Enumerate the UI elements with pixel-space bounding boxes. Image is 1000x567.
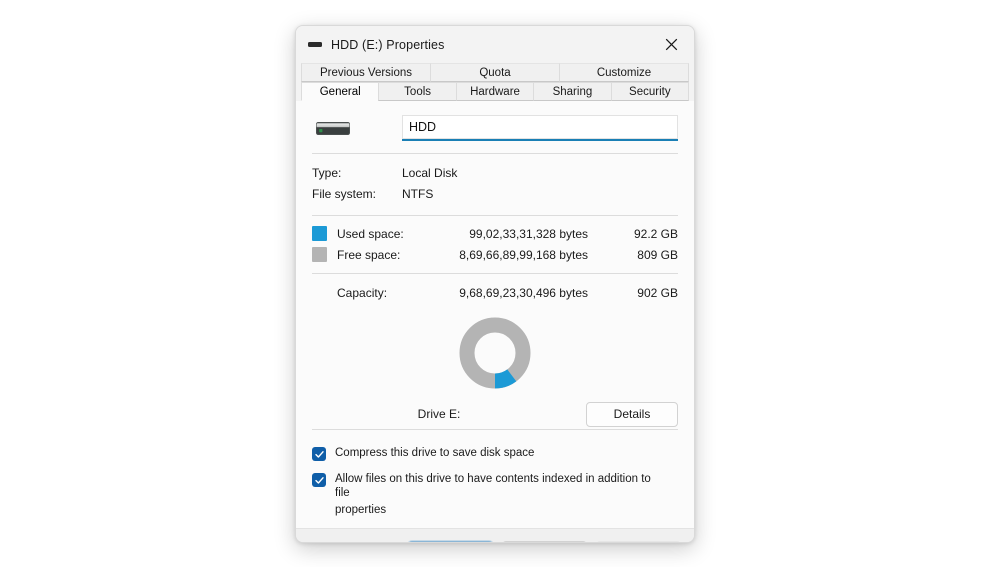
details-button[interactable]: Details [586, 401, 678, 427]
free-space-row: Free space: 8,69,66,89,99,168 bytes 809 … [312, 244, 678, 265]
compress-drive-row[interactable]: Compress this drive to save disk space [312, 446, 678, 461]
tab-label: Security [629, 85, 671, 98]
tab-row-bottom: General Tools Hardware Sharing Security [301, 82, 690, 101]
tab-customize[interactable]: Customize [559, 63, 689, 82]
compress-drive-checkbox[interactable] [312, 447, 326, 461]
used-space-bytes: 99,02,33,31,328 bytes [469, 226, 588, 241]
tab-previous-versions[interactable]: Previous Versions [301, 63, 431, 82]
apply-button: Apply [596, 541, 681, 542]
tab-sharing[interactable]: Sharing [533, 82, 612, 101]
divider [312, 215, 678, 216]
type-row: Type: Local Disk [312, 162, 678, 183]
options-area: Compress this drive to save disk space A… [312, 430, 678, 517]
tab-label: Tools [404, 85, 432, 98]
tab-label: Previous Versions [319, 66, 413, 79]
chart-footer: Drive E: Details [312, 399, 678, 429]
used-space-label: Used space: [337, 226, 404, 241]
index-contents-label-line2: properties [335, 504, 387, 516]
free-space-bytes: 8,69,66,89,99,168 bytes [459, 247, 588, 262]
ok-button[interactable]: OK [408, 541, 493, 542]
volume-label-row [312, 101, 678, 141]
free-space-swatch [312, 247, 327, 262]
capacity-size: 902 GB [637, 285, 678, 300]
index-contents-checkbox[interactable] [312, 473, 326, 487]
window-title: HDD (E:) Properties [331, 37, 445, 52]
drive-letter-label: Drive E: [417, 407, 461, 421]
capacity-row: Capacity: 9,68,69,23,30,496 bytes 902 GB [312, 282, 678, 303]
external-hard-drive-icon [312, 119, 354, 138]
tab-tools[interactable]: Tools [378, 82, 457, 101]
tab-label: Hardware [470, 85, 520, 98]
tab-label: Sharing [552, 85, 593, 98]
cancel-button[interactable]: Cancel [502, 541, 587, 542]
file-system-label: File system: [312, 186, 377, 201]
properties-dialog: HDD (E:) Properties Previous Versions Qu… [295, 25, 695, 543]
disk-usage-donut-chart [312, 307, 678, 399]
dialog-footer: OK Cancel Apply [296, 528, 694, 542]
used-space-size: 92.2 GB [633, 226, 678, 241]
close-icon[interactable] [649, 26, 694, 63]
index-contents-label: Allow files on this drive to have conten… [335, 472, 660, 517]
tab-general[interactable]: General [301, 82, 380, 101]
tab-label: Quota [479, 66, 511, 79]
free-space-size: 809 GB [637, 247, 678, 262]
index-contents-row[interactable]: Allow files on this drive to have conten… [312, 472, 678, 517]
free-space-label: Free space: [337, 247, 401, 262]
type-value: Local Disk [402, 165, 458, 180]
general-tab-panel: Type: Local Disk File system: NTFS Used … [296, 101, 694, 528]
tab-security[interactable]: Security [610, 82, 690, 101]
index-contents-label-line1: Allow files on this drive to have conten… [335, 473, 651, 499]
tab-quota[interactable]: Quota [430, 63, 560, 82]
volume-label-input[interactable] [402, 115, 678, 141]
file-system-row: File system: NTFS [312, 183, 678, 204]
type-label: Type: [312, 165, 342, 180]
file-system-value: NTFS [402, 186, 434, 201]
title-bar: HDD (E:) Properties [296, 26, 694, 63]
capacity-bytes: 9,68,69,23,30,496 bytes [459, 285, 588, 300]
divider [312, 273, 678, 274]
compress-drive-label: Compress this drive to save disk space [335, 447, 535, 459]
divider [312, 153, 678, 154]
tab-label: General [319, 85, 361, 98]
tab-row-top: Previous Versions Quota Customize [301, 63, 689, 82]
used-space-swatch [312, 226, 327, 241]
tab-hardware[interactable]: Hardware [455, 82, 535, 101]
capacity-label: Capacity: [337, 285, 388, 300]
hard-drive-icon [307, 37, 322, 52]
tab-label: Customize [596, 66, 652, 79]
tab-strip: Previous Versions Quota Customize Genera… [296, 63, 694, 101]
used-space-row: Used space: 99,02,33,31,328 bytes 92.2 G… [312, 223, 678, 244]
